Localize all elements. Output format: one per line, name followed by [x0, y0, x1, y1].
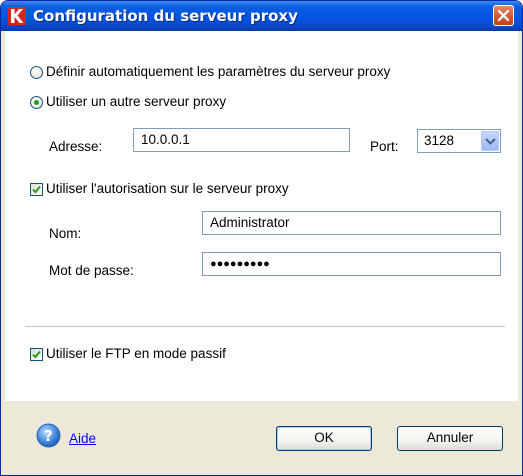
checkmark-icon [32, 185, 41, 194]
port-dropdown-button[interactable] [481, 131, 499, 151]
name-input[interactable]: Administrator [202, 211, 501, 235]
name-label: Nom: [49, 226, 82, 241]
checkmark-icon [32, 350, 41, 359]
auth-checkbox-label[interactable]: Utiliser l'autorisation sur le serveur p… [46, 181, 289, 197]
ftp-passive-checkbox[interactable] [30, 348, 43, 361]
proxy-config-dialog: Configuration du serveur proxy Définir a… [0, 0, 523, 476]
port-combobox[interactable]: 3128 [417, 129, 501, 153]
dialog-title: Configuration du serveur proxy [33, 7, 298, 25]
manual-proxy-label[interactable]: Utiliser un autre serveur proxy [46, 94, 226, 110]
address-label: Adresse: [49, 139, 103, 154]
password-label: Mot de passe: [49, 263, 134, 278]
port-value: 3128 [424, 133, 455, 148]
separator [25, 326, 505, 328]
port-label: Port: [370, 139, 399, 154]
ftp-passive-label[interactable]: Utiliser le FTP en mode passif [46, 346, 226, 362]
svg-text:?: ? [44, 427, 53, 445]
close-button[interactable] [493, 5, 514, 26]
password-input[interactable]: ●●●●●●●●● [202, 252, 501, 276]
address-input[interactable]: 10.0.0.1 [133, 128, 350, 152]
ok-button[interactable]: OK [276, 426, 372, 451]
auth-checkbox[interactable] [30, 183, 43, 196]
auto-proxy-label[interactable]: Définir automatiquement les paramètres d… [46, 64, 390, 80]
kaspersky-k-icon [8, 7, 26, 25]
help-icon[interactable]: ? [36, 423, 61, 448]
title-bar[interactable]: Configuration du serveur proxy [1, 1, 522, 31]
help-link[interactable]: Aide [69, 431, 96, 446]
manual-proxy-radio[interactable] [30, 96, 43, 109]
chevron-down-icon [485, 138, 496, 145]
close-icon [498, 10, 509, 21]
cancel-button[interactable]: Annuler [397, 426, 503, 451]
auto-proxy-radio[interactable] [30, 66, 43, 79]
